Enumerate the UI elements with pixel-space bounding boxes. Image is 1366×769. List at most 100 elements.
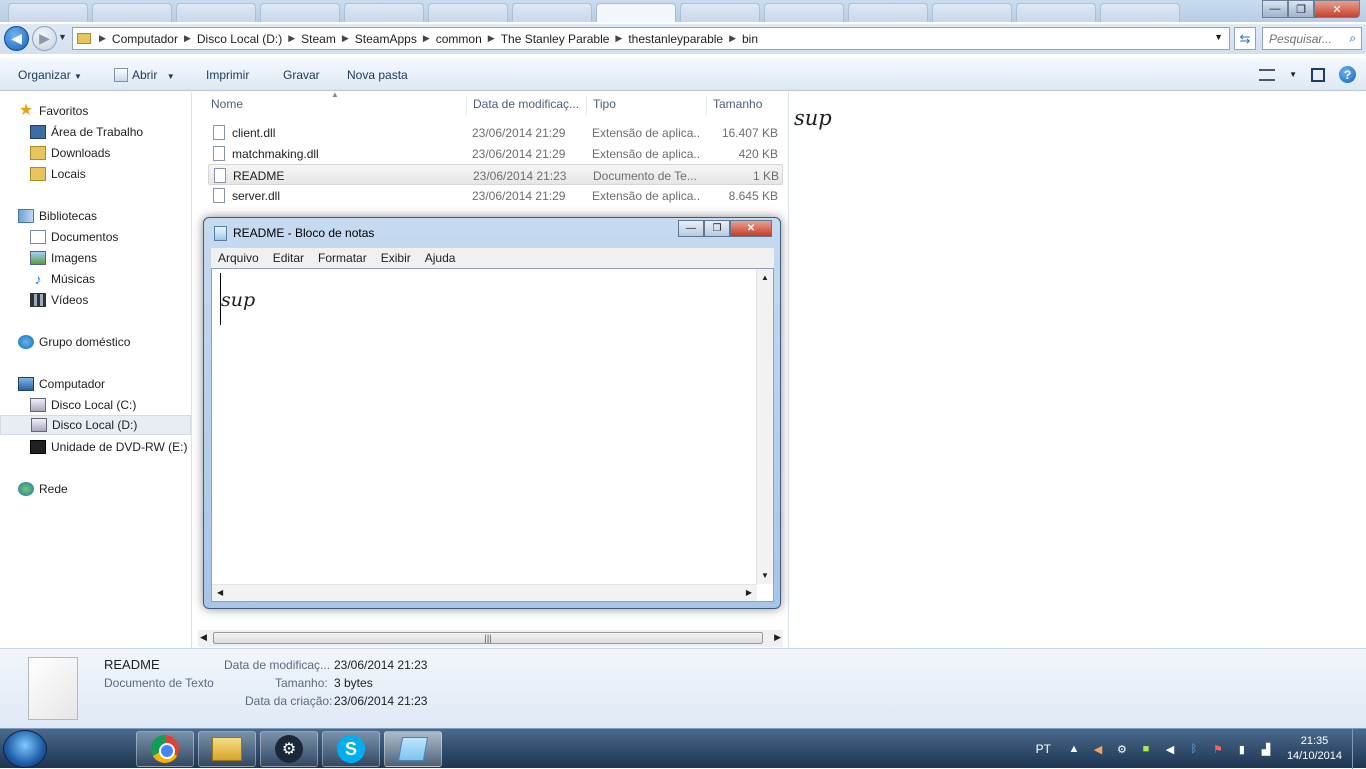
- start-button[interactable]: [3, 730, 47, 768]
- crumb-steam[interactable]: Steam: [301, 32, 336, 46]
- sidebar-item-music[interactable]: ♪ Músicas: [30, 269, 191, 289]
- sidebar-item-images[interactable]: Imagens: [30, 248, 191, 268]
- chevron-right-icon[interactable]: ▶: [729, 33, 736, 44]
- chevron-right-icon[interactable]: ▶: [342, 33, 349, 44]
- open-button[interactable]: Abrir ▼: [114, 68, 175, 82]
- chevron-down-icon[interactable]: ▼: [1214, 32, 1223, 42]
- crumb-bin[interactable]: bin: [742, 32, 758, 46]
- menu-help[interactable]: Ajuda: [425, 251, 456, 265]
- background-tab[interactable]: [428, 3, 508, 22]
- scroll-right-icon[interactable]: ▶: [774, 632, 781, 643]
- scroll-up-icon[interactable]: ▲: [761, 273, 769, 282]
- scroll-down-icon[interactable]: ▼: [761, 571, 769, 580]
- search-input[interactable]: Pesquisar... ⌕: [1262, 27, 1362, 50]
- preview-pane-icon[interactable]: [1311, 67, 1325, 82]
- chevron-right-icon[interactable]: ▶: [99, 33, 106, 44]
- column-size[interactable]: Tamanho: [706, 97, 762, 115]
- crumb-drive-d[interactable]: Disco Local (D:): [197, 32, 282, 46]
- notepad-text-area[interactable]: sup ▲ ▼ ◀ ▶: [211, 268, 774, 602]
- background-tab[interactable]: [680, 3, 760, 22]
- chevron-right-icon[interactable]: ▶: [288, 33, 295, 44]
- volume-muted-icon[interactable]: ◀: [1091, 742, 1105, 756]
- organize-button[interactable]: Organizar ▼: [18, 68, 82, 82]
- menu-edit[interactable]: Editar: [273, 251, 304, 265]
- notepad-horizontal-scrollbar[interactable]: ◀ ▶: [212, 584, 757, 601]
- background-tab[interactable]: [848, 3, 928, 22]
- show-hidden-icons[interactable]: ▲: [1067, 742, 1081, 756]
- sidebar-item-computer[interactable]: Computador: [18, 374, 191, 394]
- breadcrumb[interactable]: ▶ Computador ▶ Disco Local (D:) ▶ Steam …: [72, 27, 1230, 50]
- taskbar-skype[interactable]: S: [322, 731, 380, 767]
- green-tray-icon[interactable]: ■: [1139, 742, 1153, 756]
- taskbar-explorer[interactable]: [198, 731, 256, 767]
- chevron-down-icon[interactable]: ▼: [1289, 70, 1297, 79]
- action-center-icon[interactable]: ⚑: [1211, 742, 1225, 756]
- sidebar-item-videos[interactable]: Vídeos: [30, 290, 191, 310]
- chevron-right-icon[interactable]: ▶: [184, 33, 191, 44]
- column-type[interactable]: Tipo: [586, 97, 616, 115]
- background-tab[interactable]: [1016, 3, 1096, 22]
- recent-pages-dropdown[interactable]: ▼: [58, 32, 67, 42]
- clock[interactable]: 21:35 14/10/2014: [1287, 734, 1342, 764]
- crumb-computer[interactable]: Computador: [112, 32, 178, 46]
- background-tab[interactable]: [176, 3, 256, 22]
- safely-remove-icon[interactable]: ▮: [1235, 742, 1249, 756]
- notepad-close-button[interactable]: ✕: [730, 220, 772, 237]
- close-button[interactable]: ✕: [1314, 0, 1360, 18]
- bluetooth-icon[interactable]: ᛒ: [1187, 742, 1201, 756]
- background-tab[interactable]: [344, 3, 424, 22]
- sidebar-item-documents[interactable]: Documentos: [30, 227, 191, 247]
- sidebar-item-desktop[interactable]: Área de Trabalho: [30, 122, 191, 142]
- network-status-icon[interactable]: ▟: [1259, 742, 1273, 756]
- background-tab[interactable]: [260, 3, 340, 22]
- crumb-common[interactable]: common: [436, 32, 482, 46]
- file-row-matchmaking-dll[interactable]: matchmaking.dll 23/06/2014 21:29 Extensã…: [208, 143, 783, 164]
- menu-view[interactable]: Exibir: [381, 251, 411, 265]
- scroll-left-icon[interactable]: ◀: [217, 588, 223, 597]
- sidebar-item-network[interactable]: Rede: [18, 479, 191, 499]
- menu-format[interactable]: Formatar: [318, 251, 367, 265]
- taskbar-steam[interactable]: ⚙: [260, 731, 318, 767]
- sidebar-item-homegroup[interactable]: Grupo doméstico: [18, 332, 191, 352]
- sidebar-item-places[interactable]: Locais: [30, 164, 191, 184]
- chevron-right-icon[interactable]: ▶: [488, 33, 495, 44]
- notepad-maximize-button[interactable]: ❐: [704, 220, 730, 237]
- help-icon[interactable]: ?: [1339, 66, 1356, 83]
- column-name[interactable]: Nome: [205, 97, 243, 115]
- horizontal-scrollbar[interactable]: ◀ ||| ▶: [198, 630, 783, 647]
- sidebar-item-libraries[interactable]: Bibliotecas: [18, 206, 191, 226]
- background-tab[interactable]: [512, 3, 592, 22]
- change-view-icon[interactable]: [1259, 68, 1276, 81]
- sidebar-item-downloads[interactable]: Downloads: [30, 143, 191, 163]
- taskbar-chrome[interactable]: [136, 731, 194, 767]
- crumb-thestanleyparable[interactable]: thestanleyparable: [628, 32, 723, 46]
- steam-tray-icon[interactable]: ⚙: [1115, 742, 1129, 756]
- background-tab[interactable]: [1100, 3, 1180, 22]
- chevron-right-icon[interactable]: ▶: [423, 33, 430, 44]
- taskbar-notepad[interactable]: [384, 731, 442, 767]
- back-button[interactable]: ◀: [4, 26, 29, 51]
- active-tab[interactable]: [596, 3, 676, 22]
- print-button[interactable]: Imprimir: [206, 68, 249, 82]
- sidebar-item-dvd[interactable]: Unidade de DVD-RW (E:) N: [30, 437, 191, 457]
- scrollbar-thumb[interactable]: |||: [213, 632, 763, 644]
- show-desktop-button[interactable]: [1352, 729, 1366, 769]
- scroll-right-icon[interactable]: ▶: [746, 588, 752, 597]
- minimize-button[interactable]: —: [1262, 0, 1288, 18]
- new-folder-button[interactable]: Nova pasta: [347, 68, 408, 82]
- background-tab[interactable]: [8, 3, 88, 22]
- crumb-stanley-parable[interactable]: The Stanley Parable: [501, 32, 610, 46]
- sidebar-item-drive-c[interactable]: Disco Local (C:): [30, 395, 191, 415]
- notepad-vertical-scrollbar[interactable]: ▲ ▼: [756, 269, 773, 584]
- file-row-readme[interactable]: README 23/06/2014 21:23 Documento de Te.…: [208, 164, 783, 185]
- crumb-steamapps[interactable]: SteamApps: [355, 32, 417, 46]
- background-tab[interactable]: [932, 3, 1012, 22]
- refresh-button[interactable]: ⇆: [1234, 27, 1256, 50]
- file-row-server-dll[interactable]: server.dll 23/06/2014 21:29 Extensão de …: [208, 185, 783, 206]
- burn-button[interactable]: Gravar: [283, 68, 320, 82]
- maximize-button[interactable]: ❐: [1288, 0, 1314, 18]
- column-date[interactable]: Data de modificaç...: [466, 97, 579, 115]
- chevron-right-icon[interactable]: ▶: [615, 33, 622, 44]
- notepad-minimize-button[interactable]: —: [678, 220, 704, 237]
- sidebar-item-drive-d[interactable]: Disco Local (D:): [0, 415, 191, 435]
